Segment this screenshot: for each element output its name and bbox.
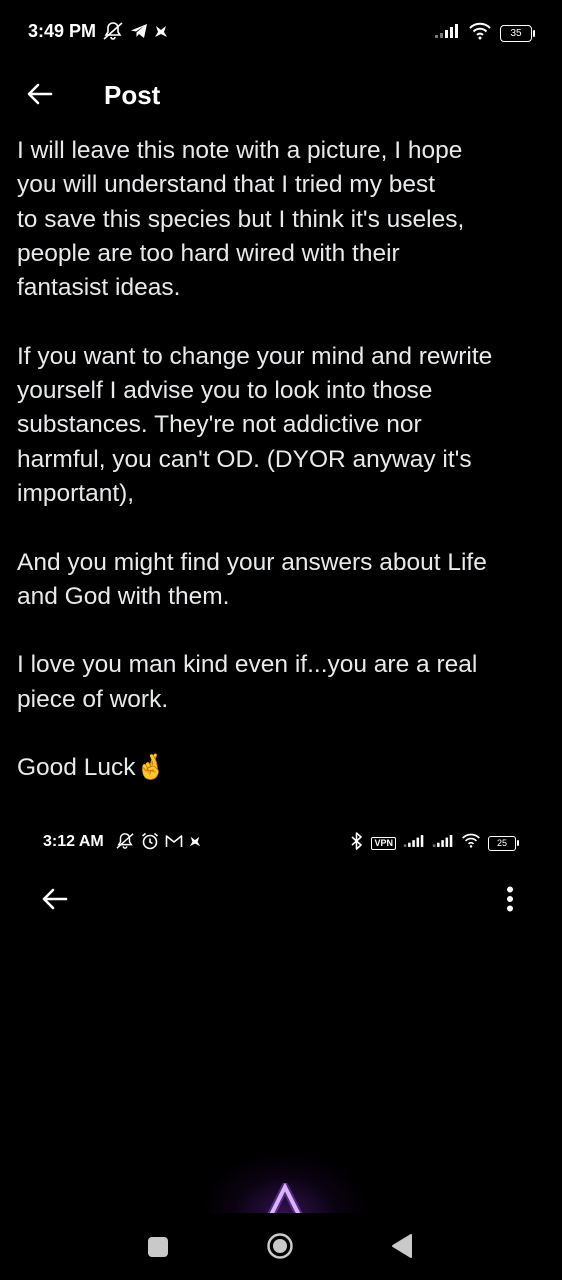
recents-button[interactable] bbox=[148, 1237, 168, 1257]
embedded-screenshot[interactable]: 3:12 AM VPN 25 bbox=[0, 815, 562, 1213]
battery-icon: 35 bbox=[500, 24, 535, 42]
post-paragraph: Good Luck🤞 bbox=[17, 754, 166, 782]
muted-icon bbox=[115, 832, 135, 855]
more-vertical-icon bbox=[506, 886, 514, 917]
gmail-icon bbox=[165, 834, 183, 853]
bluetooth-icon bbox=[350, 831, 364, 855]
post-paragraph: If you want to change your mind and rewr… bbox=[17, 342, 493, 507]
page-title: Post bbox=[104, 80, 161, 110]
wifi-icon bbox=[468, 22, 492, 45]
home-button[interactable] bbox=[266, 1232, 294, 1260]
status-icons-left bbox=[102, 21, 168, 45]
status-time: 3:49 PM bbox=[28, 21, 97, 41]
post-paragraph: I love you man kind even if...you are a … bbox=[17, 651, 478, 713]
status-icons-right: 35 bbox=[434, 22, 535, 45]
arrow-left-icon bbox=[27, 83, 53, 110]
post-paragraph: And you might find your answers about Li… bbox=[17, 548, 487, 610]
embedded-status-icons-left bbox=[115, 832, 201, 854]
embedded-status-icons-right: VPN 25 bbox=[350, 831, 519, 855]
app-notification-icon bbox=[154, 23, 168, 44]
wifi-icon bbox=[461, 833, 481, 853]
alarm-icon bbox=[141, 832, 159, 855]
app-notification-icon bbox=[189, 834, 201, 853]
embedded-back-button bbox=[38, 884, 72, 918]
system-back-button[interactable] bbox=[391, 1233, 413, 1259]
battery-icon: 25 bbox=[488, 835, 519, 851]
embedded-status-time: 3:12 AM bbox=[43, 833, 104, 850]
embedded-more-button bbox=[494, 884, 526, 918]
signal-icon bbox=[434, 23, 460, 44]
signal-icon bbox=[403, 834, 425, 853]
telegram-icon bbox=[130, 23, 148, 44]
vpn-icon: VPN bbox=[371, 836, 396, 850]
signal-icon bbox=[432, 834, 454, 853]
muted-icon bbox=[102, 21, 124, 46]
post-paragraph: I will leave this note with a picture, I… bbox=[17, 137, 465, 302]
back-button[interactable] bbox=[22, 78, 58, 114]
arrow-left-icon bbox=[42, 888, 68, 915]
post-text: I will leave this note with a picture, I… bbox=[17, 134, 547, 786]
system-navigation-bar bbox=[0, 1213, 562, 1280]
triangle-logo-icon bbox=[264, 1183, 306, 1213]
